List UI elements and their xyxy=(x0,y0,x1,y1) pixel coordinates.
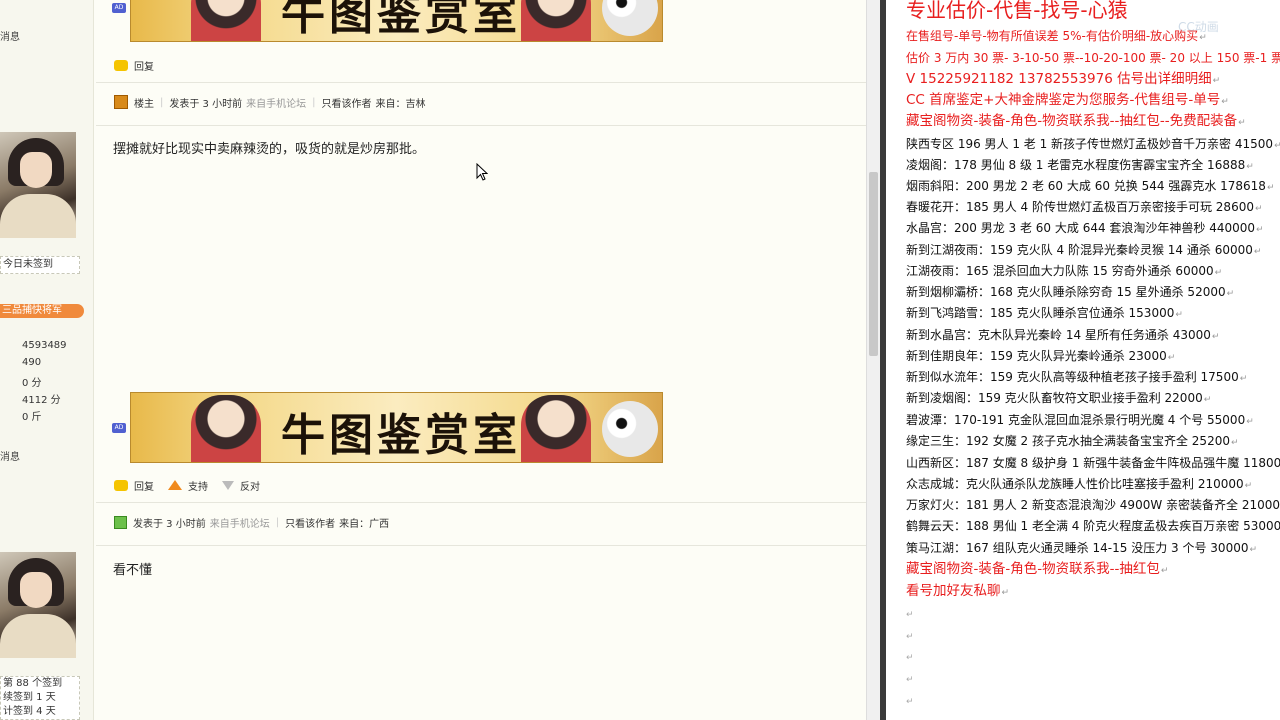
doc-line: 新到江湖夜雨：159 克火队 4 阶混异光秦岭灵猴 14 通杀 60000↵ xyxy=(906,243,1262,257)
divider xyxy=(96,545,866,546)
reply-button[interactable]: 回复 xyxy=(114,58,154,73)
stat-value: 0 分 xyxy=(22,378,42,389)
empty-paragraph-mark: ↵ xyxy=(906,697,914,707)
checkin-line: 续签到 1 天 xyxy=(3,692,56,703)
ad-banner[interactable]: 牛图鉴赏室 xyxy=(130,0,663,42)
support-icon xyxy=(168,480,182,490)
post-time: 发表于 3 小时前 xyxy=(133,518,206,530)
page-scrollbar[interactable] xyxy=(866,0,880,720)
banner-title: 牛图鉴赏室 xyxy=(281,0,521,40)
doc-line: 万家灯火：181 男人 2 新变态混浪淘沙 4900W 亲密装备齐全 21000… xyxy=(906,498,1280,512)
ad-icon: AD xyxy=(112,423,126,433)
doc-line: 估价 3 万内 30 票- 3-10-50 票--10-20-100 票- 20… xyxy=(906,51,1280,65)
avatar[interactable] xyxy=(0,552,76,658)
doc-line: 鹤舞云天：188 男仙 1 老全满 4 阶克火程度孟极去疾百万亲密 53000↵ xyxy=(906,519,1280,533)
checkin-line: 第 88 个签到 xyxy=(3,678,63,689)
post-body: 摆摊就好比现实中卖麻辣烫的，吸货的就是炒房那批。 xyxy=(113,142,426,157)
post-source[interactable]: 来自手机论坛 xyxy=(246,95,306,110)
checkin-line: 计签到 4 天 xyxy=(3,706,56,717)
post-body: 看不懂 xyxy=(113,563,153,578)
empty-paragraph-mark: ↵ xyxy=(906,632,914,642)
doc-line: 烟雨斜阳：200 男龙 2 老 60 大成 60 兑换 544 强霹克水 178… xyxy=(906,179,1275,193)
message-link[interactable]: 消息 xyxy=(0,448,20,463)
reply-button[interactable]: 回复 xyxy=(114,478,154,493)
post-source[interactable]: 来自手机论坛 xyxy=(210,515,270,530)
mobile-icon xyxy=(114,515,127,529)
author-only-link[interactable]: 只看该作者 xyxy=(321,95,371,110)
banner-title: 牛图鉴赏室 xyxy=(281,410,521,461)
post-actions: 回复 支持 反对 xyxy=(114,477,274,493)
message-link[interactable]: 消息 xyxy=(0,28,20,43)
stat-value: 4112 分 xyxy=(22,395,61,406)
doc-line: V 15225921182 13782553976 估号出详细明细↵ xyxy=(906,71,1221,87)
doc-line: 藏宝阁物资-装备-角色-物资联系我--抽红包--免费配装备↵ xyxy=(906,113,1246,129)
doc-line: 新到凌烟阁：159 克火队畜牧符文职业接手盈利 22000↵ xyxy=(906,391,1212,405)
post-time: 发表于 3 小时前 xyxy=(169,98,243,110)
document-panel: 专业估价-代售-找号-心猿 CC动画 在售组号-单号-物有所值误差 5%-有估价… xyxy=(886,0,1280,720)
empty-paragraph-mark: ↵ xyxy=(906,653,914,663)
doc-line: 策马江湖：167 组队克火通灵睡杀 14-15 没压力 3 个号 30000↵ xyxy=(906,541,1258,555)
doc-line: 众志成城：克火队通杀队龙族睡人性价比哇塞接手盈利 210000↵ xyxy=(906,477,1253,491)
doc-line: CC 首席鉴定+大神金牌鉴定为您服务-代售组号-单号↵ xyxy=(906,92,1229,108)
scrollbar-thumb[interactable] xyxy=(869,172,878,356)
support-button[interactable]: 支持 xyxy=(168,478,208,493)
post-role: 楼主 xyxy=(134,98,154,110)
checkin-summary: 第 88 个签到 续签到 1 天 计签到 4 天 xyxy=(0,676,80,720)
owner-icon xyxy=(114,95,128,109)
doc-line: 江湖夜雨：165 混杀回血大力队陈 15 穷奇外通杀 60000↵ xyxy=(906,264,1223,278)
reply-icon xyxy=(114,59,128,71)
doc-line: 碧波潭：170-191 克金队混回血混杀景行明光魔 4 个号 55000↵ xyxy=(906,413,1254,427)
support-label: 支持 xyxy=(188,481,208,493)
avatar[interactable] xyxy=(0,132,76,238)
ad-banner[interactable]: 牛图鉴赏室 xyxy=(130,392,663,463)
post-meta: 发表于 3 小时前 来自手机论坛 | 只看该作者 来自：广西 xyxy=(114,514,389,530)
doc-line: 新到佳期良年：159 克火队异光秦岭通杀 23000↵ xyxy=(906,349,1176,363)
rank-badge: 三品捕快将军 xyxy=(0,304,84,318)
doc-line: 春暖花开：185 男人 4 阶传世燃灯孟极百万亲密接手可玩 28600↵ xyxy=(906,200,1263,214)
doc-line: 水晶宫：200 男龙 3 老 60 大成 644 套浪淘沙年神兽秒 440000… xyxy=(906,221,1264,235)
doc-line: 在售组号-单号-物有所值误差 5%-有估价明细-放心购买↵ xyxy=(906,29,1207,43)
ad-icon: AD xyxy=(112,3,126,13)
reply-label: 回复 xyxy=(134,481,154,493)
post-actions: 回复 xyxy=(114,57,168,73)
divider xyxy=(96,125,866,126)
empty-paragraph-mark: ↵ xyxy=(906,610,914,620)
doc-line: 新到似水流年：159 克火队高等级种植老孩子接手盈利 17500↵ xyxy=(906,370,1248,384)
doc-line: 看号加好友私聊↵ xyxy=(906,583,1010,599)
forum-page: 消息 今日未签到 三品捕快将军 4593489 490 0 分 4112 分 0… xyxy=(0,0,880,720)
stat-value: 0 斤 xyxy=(22,412,42,423)
doc-line: 凌烟阁：178 男仙 8 级 1 老雷克水程度伤害霹宝宝齐全 16888↵ xyxy=(906,158,1254,172)
empty-paragraph-mark: ↵ xyxy=(906,675,914,685)
user-sidebar: 消息 今日未签到 三品捕快将军 4593489 490 0 分 4112 分 0… xyxy=(0,0,94,720)
doc-line: 藏宝阁物资-装备-角色-物资联系我--抽红包↵ xyxy=(906,561,1169,577)
doc-line: 山西新区：187 女魔 8 级护身 1 新强牛装备金牛阵极品强牛魔 11800↵ xyxy=(906,456,1280,470)
reply-icon xyxy=(114,479,128,491)
stat-value: 4593489 xyxy=(22,340,67,351)
checkin-status[interactable]: 今日未签到 xyxy=(0,256,80,274)
doc-line: 缘定三生：192 女魔 2 孩子克水抽全满装备宝宝齐全 25200↵ xyxy=(906,434,1239,448)
doc-line: 新到飞鸿踏雪：185 克火队睡杀宫位通杀 153000↵ xyxy=(906,306,1183,320)
reply-label: 回复 xyxy=(134,61,154,73)
stat-value: 490 xyxy=(22,357,42,368)
post-list: AD 牛图鉴赏室 回复 楼主 | 发表于 3 小时前 来自手机论坛 | 只看该作… xyxy=(96,0,866,720)
divider xyxy=(96,502,866,503)
post-location: 来自：吉林 xyxy=(375,98,426,110)
doc-header: 专业估价-代售-找号-心猿 xyxy=(906,0,1128,22)
divider xyxy=(96,82,866,83)
doc-line: 新到水晶宫：克木队异光秦岭 14 星所有任务通杀 43000↵ xyxy=(906,328,1220,342)
post-meta: 楼主 | 发表于 3 小时前 来自手机论坛 | 只看该作者 来自：吉林 xyxy=(114,94,425,110)
post-location: 来自：广西 xyxy=(339,518,390,530)
doc-line: 新到烟柳灞桥：168 克火队睡杀除穷奇 15 星外通杀 52000↵ xyxy=(906,285,1235,299)
doc-line: 陕西专区 196 男人 1 老 1 新孩子传世燃灯孟极妙音千万亲密 41500↵ xyxy=(906,137,1280,151)
author-only-link[interactable]: 只看该作者 xyxy=(285,515,335,530)
oppose-label: 反对 xyxy=(240,481,260,493)
oppose-button[interactable]: 反对 xyxy=(222,478,260,493)
oppose-icon xyxy=(222,480,234,490)
